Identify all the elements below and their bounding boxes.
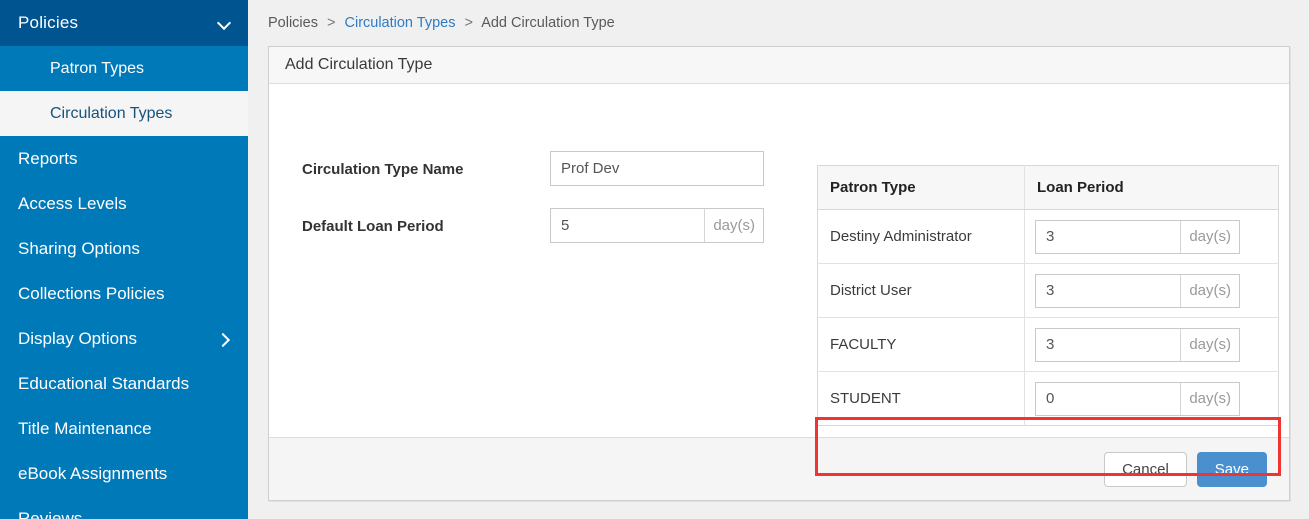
cancel-button[interactable]: Cancel: [1104, 451, 1187, 487]
loan-period-input[interactable]: [1036, 382, 1239, 415]
loan-period-field-wrap: day(s): [1035, 219, 1240, 254]
sidebar-item-label: eBook Assignments: [18, 463, 168, 483]
panel-header: Add Circulation Type: [269, 47, 1289, 84]
cell-patron-type: Destiny Administrator: [817, 209, 1025, 264]
cell-loan-period: day(s): [1024, 263, 1279, 318]
panel-footer: Cancel Save: [269, 437, 1289, 500]
sidebar-item-collections-policies[interactable]: Collections Policies: [0, 271, 248, 316]
loan-period-input[interactable]: [1036, 220, 1239, 253]
breadcrumb-current: Add Circulation Type: [481, 15, 615, 31]
sidebar-item-circulation-types[interactable]: Circulation Types: [0, 91, 248, 136]
sidebar-item-ebook-assignments[interactable]: eBook Assignments: [0, 451, 248, 496]
sidebar-item-label: Sharing Options: [18, 238, 140, 258]
cell-patron-type: STUDENT: [817, 371, 1025, 426]
sidebar-header-label: Policies: [18, 13, 79, 32]
sidebar-item-patron-types[interactable]: Patron Types: [0, 46, 248, 91]
field-row-circulation-type-name: Circulation Type Name: [302, 151, 772, 186]
loan-period-field-wrap: day(s): [1035, 381, 1240, 416]
panel-body: Circulation Type Name Default Loan Perio…: [269, 84, 1289, 476]
cell-loan-period: day(s): [1024, 209, 1279, 264]
sidebar-item-label: Reports: [18, 148, 78, 168]
breadcrumb-separator: >: [327, 15, 336, 31]
column-header-patron-type: Patron Type: [817, 165, 1025, 210]
sidebar: Policies Patron Types Circulation Types …: [0, 0, 248, 519]
sidebar-item-reports[interactable]: Reports: [0, 136, 248, 181]
sidebar-item-label: Circulation Types: [50, 104, 173, 122]
sidebar-item-label: Access Levels: [18, 193, 127, 213]
column-header-loan-period: Loan Period: [1024, 165, 1279, 210]
sidebar-item-label: Patron Types: [50, 59, 144, 77]
default-loan-period-label: Default Loan Period: [302, 218, 444, 235]
cell-loan-period: day(s): [1024, 317, 1279, 372]
sidebar-item-reviews[interactable]: Reviews: [0, 496, 248, 519]
sidebar-item-educational-standards[interactable]: Educational Standards: [0, 361, 248, 406]
circulation-form: Circulation Type Name Default Loan Perio…: [302, 151, 772, 265]
sidebar-item-label: Reviews: [18, 508, 83, 519]
breadcrumb-separator: >: [464, 15, 473, 31]
cell-patron-type: FACULTY: [817, 317, 1025, 372]
sidebar-item-label: Display Options: [18, 328, 138, 348]
default-loan-period-input[interactable]: [551, 209, 763, 242]
loan-period-field-wrap: day(s): [1035, 327, 1240, 362]
sidebar-item-sharing-options[interactable]: Sharing Options: [0, 226, 248, 271]
page-title: Add Circulation Type: [285, 56, 433, 73]
table-header-row: Patron Type Loan Period: [817, 165, 1279, 210]
breadcrumb-root: Policies: [268, 15, 318, 31]
circulation-type-name-field-wrap: [550, 151, 764, 186]
table-body: Destiny Administrator day(s) District Us…: [817, 209, 1279, 426]
sidebar-item-title-maintenance[interactable]: Title Maintenance: [0, 406, 248, 451]
app-root: Policies Patron Types Circulation Types …: [0, 0, 1309, 519]
save-button[interactable]: Save: [1196, 451, 1267, 487]
breadcrumb: Policies > Circulation Types > Add Circu…: [268, 15, 615, 31]
sidebar-item-label: Collections Policies: [18, 283, 165, 303]
sidebar-item-label: Title Maintenance: [18, 418, 152, 438]
breadcrumb-link-circulation-types[interactable]: Circulation Types: [345, 15, 456, 31]
cell-patron-type: District User: [817, 263, 1025, 318]
circulation-type-name-label: Circulation Type Name: [302, 161, 464, 178]
circulation-type-name-input[interactable]: [551, 152, 763, 185]
chevron-right-icon: [216, 332, 230, 346]
table-row: District User day(s): [817, 263, 1279, 318]
sidebar-item-display-options[interactable]: Display Options: [0, 316, 248, 361]
patron-type-table: Patron Type Loan Period Destiny Administ…: [817, 165, 1279, 426]
table-row: STUDENT day(s): [817, 371, 1279, 426]
add-circulation-type-panel: Add Circulation Type Circulation Type Na…: [268, 46, 1290, 501]
default-loan-period-field-wrap: day(s): [550, 208, 764, 243]
table-head: Patron Type Loan Period: [817, 165, 1279, 210]
sidebar-item-label: Educational Standards: [18, 373, 190, 393]
loan-period-field-wrap: day(s): [1035, 273, 1240, 308]
loan-period-input[interactable]: [1036, 274, 1239, 307]
main-content: Policies > Circulation Types > Add Circu…: [248, 0, 1309, 519]
chevron-down-icon: [218, 16, 232, 30]
field-row-default-loan-period: Default Loan Period day(s): [302, 208, 772, 243]
table-row: Destiny Administrator day(s): [817, 209, 1279, 264]
sidebar-item-access-levels[interactable]: Access Levels: [0, 181, 248, 226]
table-row: FACULTY day(s): [817, 317, 1279, 372]
loan-period-input[interactable]: [1036, 328, 1239, 361]
sidebar-header-policies[interactable]: Policies: [0, 0, 248, 46]
cell-loan-period: day(s): [1025, 372, 1279, 426]
